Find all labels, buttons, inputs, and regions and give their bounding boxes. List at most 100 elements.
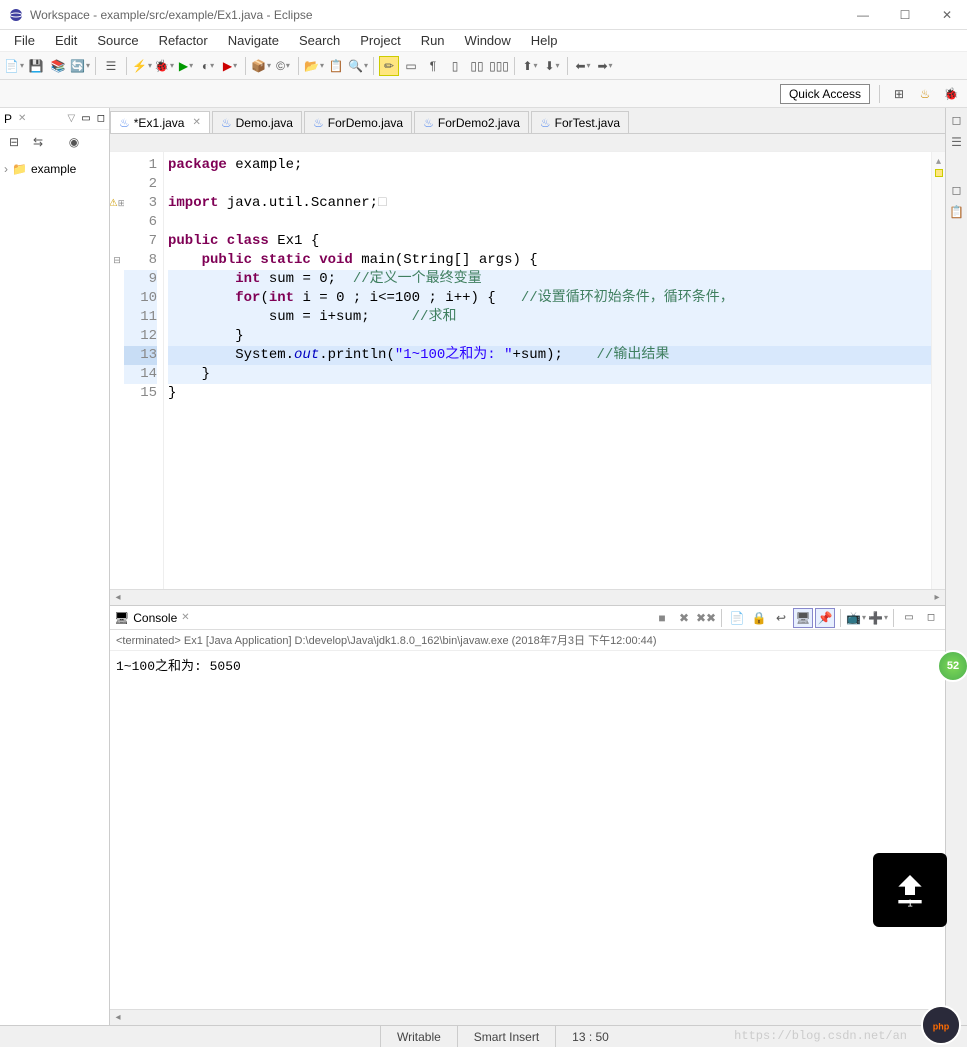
switch-button[interactable]: 🔄 [70, 56, 90, 76]
run-last-button[interactable]: ▶ [220, 56, 240, 76]
menu-window[interactable]: Window [457, 31, 519, 50]
terminate-button[interactable]: ■ [652, 608, 672, 628]
badge-52: 52 [937, 650, 967, 682]
col-1-button[interactable]: ▯ [445, 56, 465, 76]
java-perspective-button[interactable]: ♨ [915, 84, 935, 104]
tab-demo[interactable]: ♨ Demo.java [212, 111, 302, 133]
console-icon: 🖥 [114, 611, 129, 625]
code-area[interactable]: package example; import java.util.Scanne… [164, 152, 931, 589]
tree-item-example[interactable]: › 📁 example [4, 160, 105, 178]
menu-refactor[interactable]: Refactor [151, 31, 216, 50]
open-task-button[interactable]: 📋 [326, 56, 346, 76]
marker-column: ⚠⊞⊟ [110, 152, 124, 589]
project-icon: 📁 [12, 162, 27, 176]
eclipse-logo-icon [8, 7, 24, 23]
expand-icon[interactable]: › [4, 162, 8, 176]
menu-help[interactable]: Help [523, 31, 566, 50]
forward-button[interactable]: ➡ [595, 56, 615, 76]
toggle-mark-button[interactable]: ✏ [379, 56, 399, 76]
console-output[interactable]: 1~100之和为: 5050 [110, 651, 945, 1009]
show-whitespace-button[interactable]: ¶ [423, 56, 443, 76]
new-button[interactable]: 📄 [4, 56, 24, 76]
remove-all-button[interactable]: ✖✖ [696, 608, 716, 628]
debug-button[interactable]: 🐞 [154, 56, 174, 76]
save-button[interactable]: 💾 [26, 56, 46, 76]
tab-fordemo[interactable]: ♨ ForDemo.java [304, 111, 412, 133]
task-list-icon[interactable]: 📋 [949, 204, 965, 220]
menu-source[interactable]: Source [89, 31, 146, 50]
outline-view-icon[interactable]: ☰ [949, 134, 965, 150]
warning-marker-icon[interactable] [935, 169, 943, 177]
link-editor-icon[interactable]: ⇆ [28, 132, 48, 152]
code-editor[interactable]: ⚠⊞⊟ 1236789101112131415 package example;… [110, 152, 945, 589]
col-2-button[interactable]: ▯▯ [467, 56, 487, 76]
save-all-button[interactable]: 📚 [48, 56, 68, 76]
annotation-prev-button[interactable]: ⬆ [520, 56, 540, 76]
close-icon[interactable]: ✕ [192, 117, 200, 128]
coverage-button[interactable]: ◐ [198, 56, 218, 76]
run-button[interactable]: ▶ [176, 56, 196, 76]
horizontal-scrollbar[interactable]: ◂ ▸ [110, 589, 945, 605]
scroll-right-icon[interactable]: ▸ [929, 592, 945, 603]
console-scrollbar[interactable]: ◂ ▸ [110, 1009, 945, 1025]
focus-task-icon[interactable]: ◉ [64, 132, 84, 152]
scroll-lock-button[interactable]: 🔒 [749, 608, 769, 628]
tab-ex1[interactable]: ♨ *Ex1.java ✕ [110, 111, 210, 133]
maximize-button[interactable]: ☐ [893, 8, 917, 22]
menu-run[interactable]: Run [413, 31, 453, 50]
back-button[interactable]: ⬅ [573, 56, 593, 76]
project-tab[interactable]: P [4, 112, 12, 126]
status-bar: Writable Smart Insert 13 : 50 [0, 1025, 967, 1047]
open-perspective-button[interactable]: ⊞ [889, 84, 909, 104]
editor-tabs: ♨ *Ex1.java ✕ ♨ Demo.java ♨ ForDemo.java… [110, 108, 945, 134]
tab-fordemo2[interactable]: ♨ ForDemo2.java [414, 111, 529, 133]
annotation-next-button[interactable]: ⬇ [542, 56, 562, 76]
console-tab-label[interactable]: Console [133, 611, 177, 625]
menu-file[interactable]: File [6, 31, 43, 50]
skip-breakpoints-button[interactable]: ⚡ [132, 56, 152, 76]
show-console-button[interactable]: 🖥 [793, 608, 813, 628]
search-button[interactable]: 🔍 [348, 56, 368, 76]
minimize-console-icon[interactable]: ▭ [899, 608, 919, 628]
tab-label: ForDemo2.java [438, 116, 520, 130]
word-wrap-button[interactable]: ↩ [771, 608, 791, 628]
menu-project[interactable]: Project [352, 31, 408, 50]
menu-edit[interactable]: Edit [47, 31, 85, 50]
minimize-button[interactable]: — [851, 8, 875, 22]
clear-console-button[interactable]: 📄 [727, 608, 747, 628]
java-file-icon: ♨ [221, 116, 232, 130]
display-console-button[interactable]: 📺 [846, 608, 866, 628]
pin-console-button[interactable]: 📌 [815, 608, 835, 628]
title-bar: Workspace - example/src/example/Ex1.java… [0, 0, 967, 30]
minimize-pane-icon[interactable]: ▭ [81, 113, 90, 124]
menu-navigate[interactable]: Navigate [220, 31, 287, 50]
debug-perspective-button[interactable]: 🐞 [941, 84, 961, 104]
open-type-button[interactable]: 📂 [304, 56, 324, 76]
scroll-left-icon[interactable]: ◂ [110, 592, 126, 603]
maximize-pane-icon[interactable]: ◻ [97, 113, 105, 124]
tab-fortest[interactable]: ♨ ForTest.java [531, 111, 629, 133]
project-tab-close-icon[interactable]: ✕ [18, 113, 26, 124]
status-writable: Writable [380, 1026, 457, 1047]
main-toolbar: 📄 💾 📚 🔄 ☰ ⚡ 🐞 ▶ ◐ ▶ 📦 © 📂 📋 🔍 ✏ ▭ ¶ ▯ ▯▯… [0, 52, 967, 80]
scroll-left-icon[interactable]: ◂ [110, 1012, 126, 1023]
close-button[interactable]: ✕ [935, 8, 959, 22]
collapse-all-icon[interactable]: ⊟ [4, 132, 24, 152]
new-java-button[interactable]: 📦 [251, 56, 271, 76]
open-console-button[interactable]: ➕ [868, 608, 888, 628]
console-tab-close-icon[interactable]: ✕ [181, 612, 189, 623]
java-file-icon: ♨ [540, 116, 551, 130]
col-3-button[interactable]: ▯▯▯ [489, 56, 509, 76]
view-menu-icon[interactable]: ▽ [68, 113, 76, 124]
java-file-icon: ♨ [423, 116, 434, 130]
restore-icon[interactable]: ◻ [949, 112, 965, 128]
restore-icon[interactable]: ◻ [949, 182, 965, 198]
maximize-console-icon[interactable]: ◻ [921, 608, 941, 628]
remove-launch-button[interactable]: ✖ [674, 608, 694, 628]
block-select-button[interactable]: ▭ [401, 56, 421, 76]
status-cursor-position: 13 : 50 [555, 1026, 625, 1047]
new-class-button[interactable]: © [273, 56, 293, 76]
quick-access-field[interactable]: Quick Access [780, 84, 870, 104]
menu-search[interactable]: Search [291, 31, 348, 50]
toggle-breadcrumb-button[interactable]: ☰ [101, 56, 121, 76]
